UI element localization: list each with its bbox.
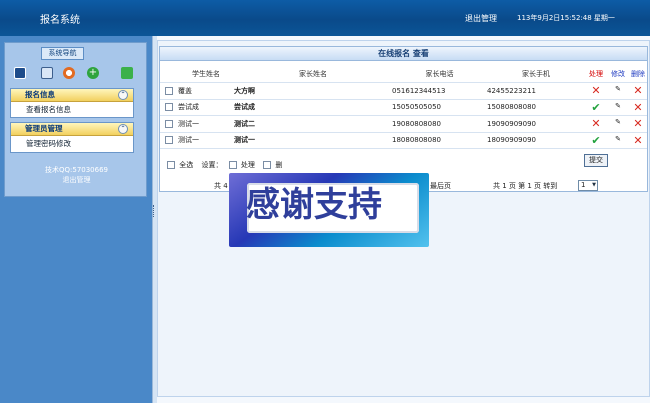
top-header: 报名系统 退出管理 113年9月2日15:52:48 星期一 — [0, 0, 650, 36]
process-icon[interactable]: ✕ — [585, 82, 607, 100]
processed-check-icon[interactable]: ✔ — [585, 132, 607, 149]
parent-name: 测试一 — [234, 132, 392, 149]
view-report-info-link[interactable]: 查看报名信息 — [11, 102, 133, 117]
process-option-label: 处理 — [240, 161, 255, 169]
logout-link[interactable]: 退出管理 — [465, 13, 497, 24]
banner-text: 感谢支持 — [246, 185, 382, 225]
splitter-handle[interactable] — [153, 205, 155, 217]
parent-mobile: 19090909090 — [487, 115, 585, 133]
student-name: 测试一 — [178, 115, 234, 133]
edit-icon[interactable]: ✎ — [613, 102, 624, 113]
tech-qq: 技术QQ:57030669 — [44, 166, 108, 174]
system-nav-button[interactable]: 系统导航 — [41, 47, 84, 60]
report-info-title: 报名信息 — [25, 90, 55, 99]
add-icon[interactable]: + — [87, 67, 99, 79]
student-name-header: 学生姓名 — [178, 66, 234, 83]
student-name: 尝试成 — [178, 99, 234, 116]
admin-group: 管理员管理 ⌃ 管理密码修改 — [10, 122, 134, 153]
registration-table: 学生姓名 家长姓名 家长电话 家长手机 处理 修改 删除 覆盖 大方啊 0516… — [160, 66, 647, 149]
table-row: 尝试成 尝试成 15050505050 15080808080 ✔ ✎ ✕ — [160, 99, 647, 116]
edit-icon[interactable]: ✎ — [613, 135, 624, 146]
report-info-header[interactable]: 报名信息 ⌃ — [11, 89, 133, 102]
upload-icon[interactable] — [121, 67, 133, 79]
parent-phone: 15050505050 — [392, 99, 487, 116]
parent-mobile: 15080808080 — [487, 99, 585, 116]
table-row: 覆盖 大方啊 051612344513 42455223211 ✕ ✎ ✕ — [160, 82, 647, 100]
sidebar-logout-link[interactable]: 退出管理 — [5, 175, 148, 185]
sidebar: 系统导航 + 报名信息 ⌃ 查看报名信息 管理员管理 ⌃ 管理密码修改 技术QQ… — [4, 42, 147, 197]
parent-mobile-header: 家长手机 — [487, 66, 585, 83]
edit-header: 修改 — [607, 66, 629, 83]
edit-icon[interactable]: ✎ — [613, 118, 624, 129]
parent-phone: 19080808080 — [392, 115, 487, 133]
settings-label: 设置： — [201, 161, 223, 169]
row-checkbox[interactable] — [165, 119, 173, 128]
change-password-link[interactable]: 管理密码修改 — [11, 136, 133, 151]
delete-checkbox[interactable] — [263, 161, 272, 169]
process-header: 处理 — [585, 66, 607, 83]
chart-icon[interactable] — [63, 67, 75, 79]
users-icon[interactable] — [14, 67, 26, 79]
parent-name: 尝试成 — [234, 99, 392, 116]
panel-title: 在线报名 查看 — [160, 47, 647, 61]
parent-mobile: 42455223211 — [487, 82, 585, 100]
delete-icon[interactable]: ✕ — [629, 99, 647, 116]
submit-button[interactable]: 提交 — [584, 154, 608, 167]
parent-name: 测试二 — [234, 115, 392, 133]
toolbar-icons: + — [11, 67, 142, 81]
select-all-label: 全选 — [179, 161, 194, 169]
parent-phone: 051612344513 — [392, 82, 487, 100]
pager-total: 共 4 — [214, 182, 228, 190]
delete-option-label: 删 — [275, 161, 283, 169]
collapse-icon[interactable]: ⌃ — [118, 90, 128, 100]
bulk-settings: 全选 设置： 处理 删 — [167, 160, 282, 170]
parent-phone-header: 家长电话 — [392, 66, 487, 83]
row-checkbox[interactable] — [165, 136, 173, 145]
process-checkbox[interactable] — [228, 161, 237, 169]
grid-icon[interactable] — [41, 67, 53, 79]
thanks-banner: 感谢支持 — [229, 173, 429, 247]
last-page-link[interactable]: 最后页 — [430, 181, 451, 191]
student-name: 覆盖 — [178, 82, 234, 100]
table-row: 测试一 测试一 18080808080 18090909090 ✔ ✎ ✕ — [160, 132, 647, 149]
registration-panel: 在线报名 查看 学生姓名 家长姓名 家长电话 家长手机 处理 修改 删除 覆盖 … — [159, 46, 648, 192]
parent-name-header: 家长姓名 — [234, 66, 392, 83]
process-icon[interactable]: ✕ — [585, 115, 607, 133]
row-checkbox[interactable] — [165, 103, 173, 112]
row-checkbox[interactable] — [165, 86, 173, 95]
parent-name: 大方啊 — [234, 82, 392, 100]
page-select[interactable]: 1 — [578, 180, 598, 191]
app-title: 报名系统 — [40, 15, 80, 26]
admin-header[interactable]: 管理员管理 ⌃ — [11, 123, 133, 136]
processed-check-icon[interactable]: ✔ — [585, 99, 607, 116]
collapse-icon[interactable]: ⌃ — [118, 124, 128, 134]
datetime: 113年9月2日15:52:48 星期一 — [517, 14, 615, 22]
edit-icon[interactable]: ✎ — [613, 85, 624, 96]
delete-icon[interactable]: ✕ — [629, 82, 647, 100]
student-name: 测试一 — [178, 132, 234, 149]
table-header: 学生姓名 家长姓名 家长电话 家长手机 处理 修改 删除 — [160, 66, 647, 83]
table-row: 测试一 测试二 19080808080 19090909090 ✕ ✎ ✕ — [160, 115, 647, 133]
admin-title: 管理员管理 — [25, 124, 63, 133]
parent-phone: 18080808080 — [392, 132, 487, 149]
select-all-checkbox[interactable] — [167, 161, 175, 169]
parent-mobile: 18090909090 — [487, 132, 585, 149]
page-info: 共 1 页 第 1 页 转到 — [493, 182, 558, 190]
delete-header: 删除 — [629, 66, 647, 83]
delete-icon[interactable]: ✕ — [629, 132, 647, 149]
contact-info: 技术QQ:57030669 退出管理 — [5, 165, 148, 185]
report-info-group: 报名信息 ⌃ 查看报名信息 — [10, 88, 134, 118]
delete-icon[interactable]: ✕ — [629, 115, 647, 133]
